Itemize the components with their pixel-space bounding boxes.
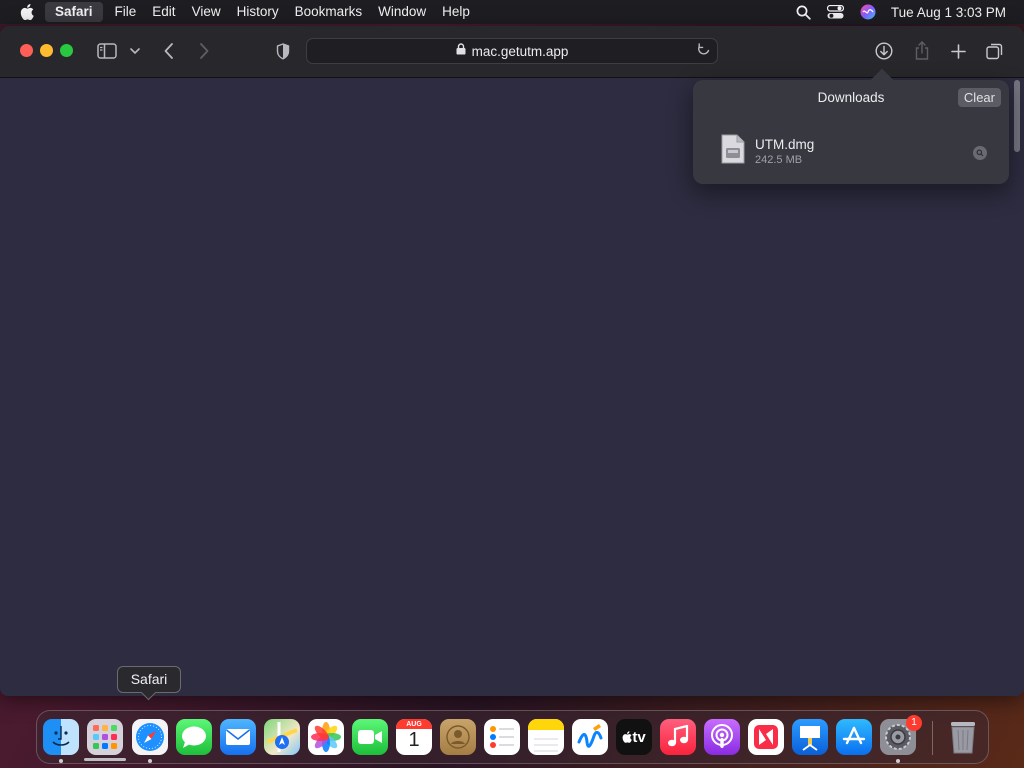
new-tab-icon[interactable] (948, 41, 968, 61)
tv-icon[interactable]: tv (616, 719, 652, 755)
menu-extras: Tue Aug 1 3:03 PM (795, 0, 1006, 24)
safari-icon[interactable] (132, 719, 168, 755)
tab-overview-icon[interactable] (985, 41, 1005, 61)
settings-running-indicator (896, 759, 900, 763)
clear-downloads-button[interactable]: Clear (957, 88, 1001, 107)
notes-icon[interactable] (528, 719, 564, 755)
calendar-icon[interactable]: AUG 1 (396, 719, 432, 755)
safari-toolbar: mac.getutm.app (0, 26, 1024, 78)
podcasts-icon[interactable] (704, 719, 740, 755)
forward-icon[interactable] (195, 41, 213, 61)
freeform-icon[interactable] (572, 719, 608, 755)
download-file-size: 242.5 MB (755, 154, 803, 166)
search-icon[interactable] (795, 3, 813, 21)
menu-bookmarks[interactable]: Bookmarks (287, 2, 371, 22)
dock-separator (932, 721, 933, 755)
siri-icon[interactable] (859, 3, 877, 21)
disk-image-file-icon (721, 134, 745, 169)
downloads-popover: Downloads Clear UTM.dmg 242.5 MB (693, 80, 1009, 184)
menu-bar: Safari File Edit View History Bookmarks … (0, 0, 1024, 24)
menu-window[interactable]: Window (370, 2, 434, 22)
reveal-in-finder-icon[interactable] (973, 146, 987, 160)
dock: AUG 1 tv 1 (36, 710, 989, 764)
maps-icon[interactable] (264, 719, 300, 755)
share-icon[interactable] (912, 40, 932, 62)
back-icon[interactable] (160, 41, 178, 61)
finder-running-indicator (59, 759, 63, 763)
dock-scroll-indicator (84, 758, 126, 761)
news-icon[interactable] (748, 719, 784, 755)
downloads-icon[interactable] (874, 41, 894, 61)
menu-safari[interactable]: Safari (45, 2, 103, 22)
facetime-icon[interactable] (352, 719, 388, 755)
privacy-shield-icon[interactable] (273, 41, 293, 61)
menu-edit[interactable]: Edit (144, 2, 183, 22)
launchpad-icon[interactable] (87, 719, 123, 755)
vertical-scrollbar[interactable] (1014, 80, 1022, 152)
menu-file[interactable]: File (107, 2, 145, 22)
settings-notification-badge: 1 (906, 715, 922, 731)
keynote-icon[interactable] (792, 719, 828, 755)
sidebar-icon[interactable] (96, 42, 118, 60)
mail-icon[interactable] (220, 719, 256, 755)
calendar-month: AUG (406, 721, 422, 728)
download-file-name: UTM.dmg (755, 137, 815, 152)
zoom-window-button[interactable] (60, 44, 73, 57)
lock-icon (456, 42, 466, 60)
music-icon[interactable] (660, 719, 696, 755)
address-text: mac.getutm.app (471, 43, 569, 59)
calendar-day: 1 (408, 729, 420, 751)
scrollbar-thumb[interactable] (1014, 80, 1020, 152)
finder-icon[interactable] (43, 719, 79, 755)
apple-menu-icon[interactable] (17, 0, 37, 24)
minimize-window-button[interactable] (40, 44, 53, 57)
messages-icon[interactable] (176, 719, 212, 755)
contacts-icon[interactable] (440, 719, 476, 755)
menu-history[interactable]: History (229, 2, 287, 22)
app-store-icon[interactable] (836, 719, 872, 755)
safari-running-indicator (148, 759, 152, 763)
tv-label: tv (632, 728, 646, 746)
safari-window: mac.getutm.app Downloads Clear UTM.dmg 2… (0, 26, 1024, 696)
photos-icon[interactable] (308, 719, 344, 755)
reload-icon[interactable] (696, 43, 711, 63)
control-center-icon[interactable] (827, 3, 845, 21)
dock-tooltip: Safari (117, 666, 181, 693)
address-bar[interactable]: mac.getutm.app (306, 38, 718, 64)
download-item[interactable]: UTM.dmg 242.5 MB (721, 132, 1003, 168)
close-window-button[interactable] (20, 44, 33, 57)
menu-help[interactable]: Help (434, 2, 478, 22)
trash-icon[interactable] (945, 719, 981, 755)
menu-clock[interactable]: Tue Aug 1 3:03 PM (891, 5, 1006, 20)
system-settings-icon[interactable]: 1 (880, 715, 922, 755)
reminders-icon[interactable] (484, 719, 520, 755)
chevron-down-icon[interactable] (129, 45, 141, 57)
menu-view[interactable]: View (184, 2, 229, 22)
